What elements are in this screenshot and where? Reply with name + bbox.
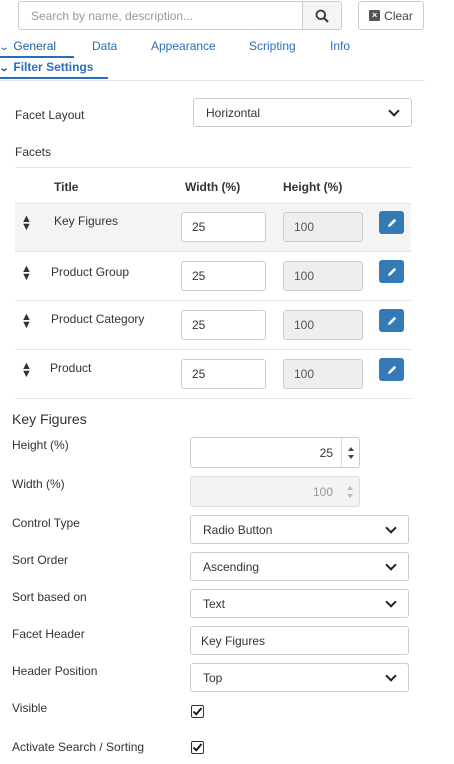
facets-label: Facets [15,145,52,159]
chevron-down-icon [385,669,397,682]
sort-based-on-label: Sort based on [12,590,87,604]
facet-title: Product [50,361,92,375]
clear-label: Clear [384,8,413,23]
decrement-icon[interactable] [347,454,354,459]
tab-general-underline [0,56,74,58]
checkmark-icon [192,743,203,752]
tab-info[interactable]: Info [330,39,350,53]
height-spinner[interactable]: 25 [190,437,360,468]
activate-search-checkbox[interactable] [191,741,204,754]
detail-title: Key Figures [12,411,87,427]
visible-checkbox[interactable] [191,705,204,718]
facet-layout-select[interactable]: Horizontal [193,98,412,127]
pencil-icon [387,316,396,325]
tab-scripting[interactable]: Scripting [249,39,296,53]
divider [15,203,411,204]
search-button[interactable] [302,1,342,30]
sort-handle-icon[interactable]: ▲ ▼ [21,214,32,233]
increment-icon[interactable] [347,446,354,451]
control-type-label: Control Type [12,516,80,530]
decrement-icon [347,493,353,498]
facet-header-label: Facet Header [12,627,85,641]
column-title: Title [54,180,79,194]
chevron-down-icon: ⌄ [0,63,10,74]
header-position-select[interactable]: Top [190,663,409,692]
sort-order-select[interactable]: Ascending [190,552,409,581]
spinner-arrows [341,477,359,506]
facet-height-input: 100 [283,212,363,242]
checkmark-icon [192,707,203,716]
facet-title: Product Category [51,312,145,326]
divider [15,300,411,301]
spinner-arrows [341,438,359,467]
facet-width-input[interactable]: 25 [181,359,266,389]
facet-height-input: 100 [283,310,363,340]
edit-button[interactable] [379,358,404,381]
column-height: Height (%) [283,180,343,194]
increment-icon [347,485,353,490]
edit-button[interactable] [379,309,404,332]
tab-general[interactable]: ⌄General [0,39,56,53]
facet-width-input[interactable]: 25 [181,310,266,340]
chevron-down-icon [385,558,397,571]
facet-width-input[interactable]: 25 [181,212,266,242]
sort-handle-icon[interactable]: ▲ ▼ [21,264,32,283]
sort-handle-icon[interactable]: ▲ ▼ [21,312,32,331]
facet-header-input[interactable]: Key Figures [190,626,409,655]
search-input[interactable] [18,1,303,30]
width-label: Width (%) [12,477,65,491]
search-icon [315,9,329,23]
sort-order-label: Sort Order [12,553,69,567]
clear-button[interactable]: × Clear [358,1,424,30]
chevron-down-icon [385,521,397,534]
control-type-select[interactable]: Radio Button [190,515,409,544]
divider [15,167,411,168]
facet-title: Key Figures [54,214,119,228]
sort-based-on-select[interactable]: Text [190,589,409,618]
tab-appearance[interactable]: Appearance [151,39,216,53]
visible-label: Visible [12,701,48,715]
section-underline [0,77,108,79]
width-spinner: 100 [190,476,360,507]
divider [15,398,411,399]
column-width: Width (%) [185,180,241,194]
facet-height-input: 100 [283,261,363,291]
chevron-down-icon [388,104,400,117]
facet-layout-label: Facet Layout [15,108,85,122]
facet-height-input: 100 [283,359,363,389]
header-position-label: Header Position [12,664,98,678]
clear-icon: × [369,10,381,21]
chevron-down-icon: ⌄ [0,42,10,53]
edit-button[interactable] [379,211,404,234]
pencil-icon [387,365,396,374]
pencil-icon [387,218,396,227]
activate-search-label: Activate Search / Sorting [12,740,145,754]
divider [0,80,425,81]
tab-data[interactable]: Data [92,39,117,53]
chevron-down-icon [385,595,397,608]
divider [15,251,411,252]
facet-title: Product Group [51,265,130,279]
filter-settings-toggle[interactable]: ⌄Filter Settings [0,60,93,74]
facet-width-input[interactable]: 25 [181,261,266,291]
height-label: Height (%) [12,438,69,452]
pencil-icon [387,267,396,276]
edit-button[interactable] [379,260,404,283]
sort-handle-icon[interactable]: ▲ ▼ [21,361,32,380]
divider [15,349,411,350]
